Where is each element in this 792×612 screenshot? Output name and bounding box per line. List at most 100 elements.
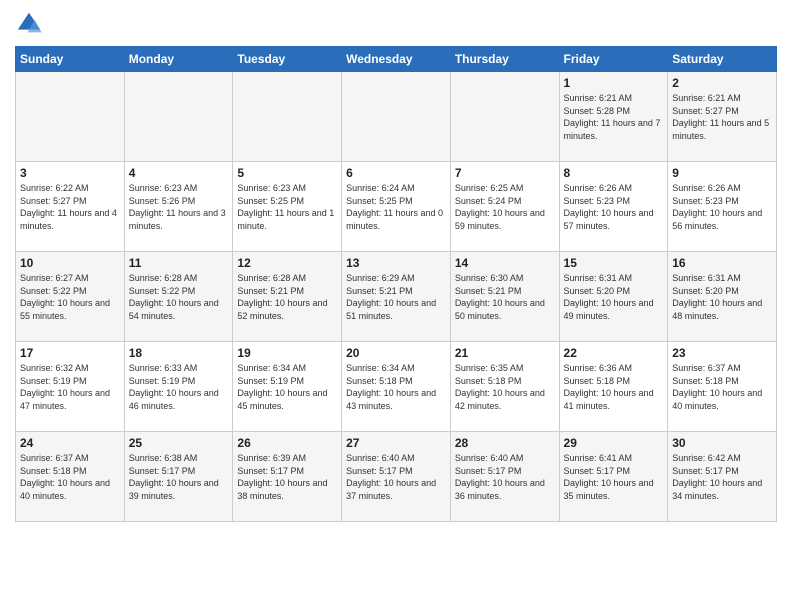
day-info: Sunrise: 6:37 AMSunset: 5:18 PMDaylight:… <box>20 452 120 502</box>
day-info-line: Sunset: 5:28 PM <box>564 106 631 116</box>
day-info-line: Daylight: 10 hours and 34 minutes. <box>672 478 762 501</box>
day-info-line: Daylight: 10 hours and 49 minutes. <box>564 298 654 321</box>
day-info-line: Sunrise: 6:26 AM <box>672 183 741 193</box>
day-number: 22 <box>564 346 664 360</box>
calendar-cell: 30Sunrise: 6:42 AMSunset: 5:17 PMDayligh… <box>668 432 777 522</box>
day-info-line: Sunrise: 6:27 AM <box>20 273 89 283</box>
day-number: 4 <box>129 166 229 180</box>
day-info-line: Sunset: 5:23 PM <box>564 196 631 206</box>
day-number: 24 <box>20 436 120 450</box>
day-info-line: Daylight: 10 hours and 38 minutes. <box>237 478 327 501</box>
calendar-cell: 15 Sunrise: 6:31 AMSunset: 5:20 PMDayligh… <box>559 252 668 342</box>
day-info: Sunrise: 6:35 AMSunset: 5:18 PMDaylight:… <box>455 362 555 412</box>
day-number: 16 <box>672 256 772 270</box>
day-number: 29 <box>564 436 664 450</box>
week-row-3: 10Sunrise: 6:27 AMSunset: 5:22 PMDayligh… <box>16 252 777 342</box>
day-info-line: Sunset: 5:21 PM <box>455 286 522 296</box>
day-info-line: Daylight: 10 hours and 57 minutes. <box>564 208 654 231</box>
day-info: Sunrise: 6:26 AMSunset: 5:23 PMDaylight:… <box>672 182 772 232</box>
day-info-line: Daylight: 10 hours and 41 minutes. <box>564 388 654 411</box>
day-info-line: Sunrise: 6:40 AM <box>455 453 524 463</box>
day-number: 8 <box>564 166 664 180</box>
calendar-cell: 21Sunrise: 6:35 AMSunset: 5:18 PMDayligh… <box>450 342 559 432</box>
calendar-cell: 18Sunrise: 6:33 AMSunset: 5:19 PMDayligh… <box>124 342 233 432</box>
day-info-line: Daylight: 10 hours and 37 minutes. <box>346 478 436 501</box>
day-info-line: Sunset: 5:20 PM <box>672 286 739 296</box>
calendar-cell: 6Sunrise: 6:24 AMSunset: 5:25 PMDaylight… <box>342 162 451 252</box>
day-info-line: Sunrise: 6:37 AM <box>672 363 741 373</box>
calendar-cell <box>16 72 125 162</box>
day-info-line: Sunset: 5:21 PM <box>346 286 413 296</box>
day-info: Sunrise: 6:23 AMSunset: 5:26 PMDaylight:… <box>129 182 229 232</box>
day-info: Sunrise: 6:31 AMSunset: 5:20 PMDaylight:… <box>672 272 772 322</box>
calendar-cell: 26Sunrise: 6:39 AMSunset: 5:17 PMDayligh… <box>233 432 342 522</box>
day-info-line: Daylight: 10 hours and 59 minutes. <box>455 208 545 231</box>
day-info: Sunrise: 6:26 AMSunset: 5:23 PMDaylight:… <box>564 182 664 232</box>
day-info-line: Sunset: 5:17 PM <box>564 466 631 476</box>
day-info: Sunrise: 6:33 AMSunset: 5:19 PMDaylight:… <box>129 362 229 412</box>
calendar-cell: 1Sunrise: 6:21 AMSunset: 5:28 PMDaylight… <box>559 72 668 162</box>
day-info: Sunrise: 6:25 AMSunset: 5:24 PMDaylight:… <box>455 182 555 232</box>
day-number: 6 <box>346 166 446 180</box>
day-info-line: Sunrise: 6:23 AM <box>237 183 306 193</box>
calendar-cell: 14Sunrise: 6:30 AMSunset: 5:21 PMDayligh… <box>450 252 559 342</box>
day-info-line: Sunset: 5:22 PM <box>129 286 196 296</box>
calendar-cell: 27Sunrise: 6:40 AMSunset: 5:17 PMDayligh… <box>342 432 451 522</box>
header <box>15 10 777 38</box>
calendar-cell <box>124 72 233 162</box>
day-info-line: Sunrise: 6:23 AM <box>129 183 198 193</box>
calendar-cell: 8 Sunrise: 6:26 AMSunset: 5:23 PMDaylight… <box>559 162 668 252</box>
week-row-4: 17Sunrise: 6:32 AMSunset: 5:19 PMDayligh… <box>16 342 777 432</box>
day-info-line: Sunrise: 6:21 AM <box>672 93 741 103</box>
day-number: 13 <box>346 256 446 270</box>
day-info: Sunrise: 6:39 AMSunset: 5:17 PMDaylight:… <box>237 452 337 502</box>
day-info-line: Sunrise: 6:30 AM <box>455 273 524 283</box>
weekday-header-tuesday: Tuesday <box>233 47 342 72</box>
day-info-line: Sunset: 5:17 PM <box>129 466 196 476</box>
weekday-header-thursday: Thursday <box>450 47 559 72</box>
day-info-line: Sunset: 5:18 PM <box>346 376 413 386</box>
day-info: Sunrise: 6:28 AMSunset: 5:21 PMDaylight:… <box>237 272 337 322</box>
day-info: Sunrise: 6:28 AMSunset: 5:22 PMDaylight:… <box>129 272 229 322</box>
day-info-line: Daylight: 10 hours and 45 minutes. <box>237 388 327 411</box>
day-number: 2 <box>672 76 772 90</box>
day-number: 12 <box>237 256 337 270</box>
day-info-line: Sunrise: 6:22 AM <box>20 183 89 193</box>
day-info: Sunrise: 6:40 AMSunset: 5:17 PMDaylight:… <box>455 452 555 502</box>
calendar-cell: 29Sunrise: 6:41 AMSunset: 5:17 PMDayligh… <box>559 432 668 522</box>
weekday-header-monday: Monday <box>124 47 233 72</box>
week-row-1: 1Sunrise: 6:21 AMSunset: 5:28 PMDaylight… <box>16 72 777 162</box>
day-info-line: Daylight: 11 hours and 5 minutes. <box>672 118 769 141</box>
day-info-line: Sunset: 5:17 PM <box>672 466 739 476</box>
day-info: Sunrise: 6:22 AMSunset: 5:27 PMDaylight:… <box>20 182 120 232</box>
day-info: Sunrise: 6:32 AMSunset: 5:19 PMDaylight:… <box>20 362 120 412</box>
day-info-line: Sunrise: 6:35 AM <box>455 363 524 373</box>
day-info: Sunrise: 6:42 AMSunset: 5:17 PMDaylight:… <box>672 452 772 502</box>
calendar-cell: 28Sunrise: 6:40 AMSunset: 5:17 PMDayligh… <box>450 432 559 522</box>
week-row-2: 3Sunrise: 6:22 AMSunset: 5:27 PMDaylight… <box>16 162 777 252</box>
day-info: Sunrise: 6:21 AM Sunset: 5:27 PM Daylight:… <box>672 92 772 142</box>
day-info-line: Sunset: 5:19 PM <box>20 376 87 386</box>
calendar-cell: 10Sunrise: 6:27 AMSunset: 5:22 PMDayligh… <box>16 252 125 342</box>
day-info-line: Sunset: 5:27 PM <box>672 106 739 116</box>
day-info-line: Daylight: 10 hours and 48 minutes. <box>672 298 762 321</box>
day-number: 7 <box>455 166 555 180</box>
day-info: Sunrise: 6:37 AMSunset: 5:18 PMDaylight:… <box>672 362 772 412</box>
day-info-line: Daylight: 10 hours and 47 minutes. <box>20 388 110 411</box>
day-info: Sunrise: 6:23 AMSunset: 5:25 PMDaylight:… <box>237 182 337 232</box>
calendar-cell: 5Sunrise: 6:23 AMSunset: 5:25 PMDaylight… <box>233 162 342 252</box>
day-number: 20 <box>346 346 446 360</box>
day-info-line: Daylight: 10 hours and 46 minutes. <box>129 388 219 411</box>
calendar-cell: 9Sunrise: 6:26 AMSunset: 5:23 PMDaylight… <box>668 162 777 252</box>
day-number: 11 <box>129 256 229 270</box>
logo <box>15 10 47 38</box>
day-info-line: Daylight: 11 hours and 7 minutes. <box>564 118 661 141</box>
day-info-line: Sunrise: 6:39 AM <box>237 453 306 463</box>
day-info: Sunrise: 6:38 AMSunset: 5:17 PMDaylight:… <box>129 452 229 502</box>
day-number: 25 <box>129 436 229 450</box>
day-info-line: Sunrise: 6:41 AM <box>564 453 633 463</box>
calendar-cell: 25 Sunrise: 6:38 AMSunset: 5:17 PMDayligh… <box>124 432 233 522</box>
day-number: 15 <box>564 256 664 270</box>
day-info-line: Sunrise: 6:28 AM <box>237 273 306 283</box>
day-info: Sunrise: 6:31 AMSunset: 5:20 PMDaylight:… <box>564 272 664 322</box>
